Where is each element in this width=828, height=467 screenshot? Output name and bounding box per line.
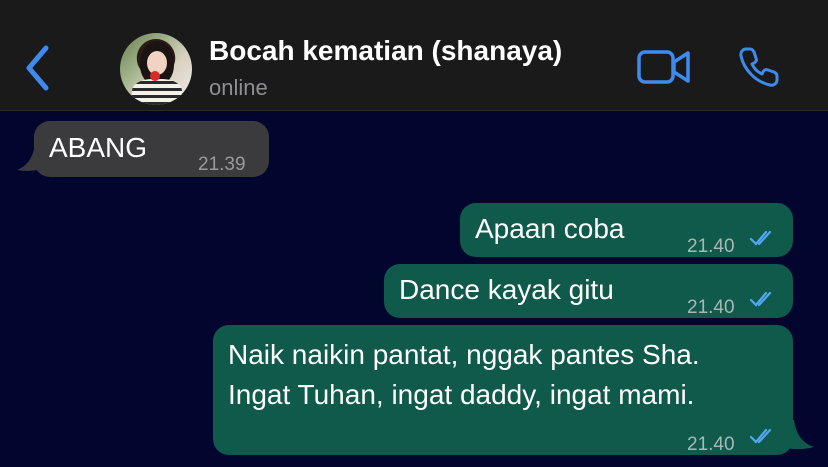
- message-text: Apaan coba: [475, 213, 625, 244]
- contact-status: online: [209, 75, 268, 100]
- message-time: 21.40: [687, 236, 735, 257]
- message-text-line: Naik naikin pantat, nggak pantes Sha.: [228, 339, 700, 370]
- contact-avatar[interactable]: [120, 33, 192, 105]
- read-ticks-icon: [749, 428, 772, 444]
- chevron-left-icon: [26, 45, 49, 91]
- message-bubble-outgoing[interactable]: Apaan coba 21.40: [460, 203, 793, 257]
- back-button[interactable]: [20, 42, 56, 94]
- message-bubble-outgoing[interactable]: Naik naikin pantat, nggak pantes Sha. In…: [213, 325, 793, 455]
- message-time: 21.39: [198, 154, 246, 175]
- contact-name[interactable]: Bocah kematian (shanaya): [209, 35, 562, 67]
- read-ticks-icon: [749, 291, 772, 307]
- message-text-line: Ingat Tuhan, ingat daddy, ingat mami.: [228, 379, 695, 410]
- message-bubble-incoming[interactable]: ABANG 21.39: [34, 121, 269, 177]
- voice-call-button[interactable]: [737, 45, 781, 89]
- read-ticks-icon: [749, 230, 772, 246]
- message-text: Dance kayak gitu: [399, 274, 614, 305]
- message-text: ABANG: [49, 132, 148, 163]
- phone-icon: [739, 47, 779, 87]
- video-call-button[interactable]: [637, 47, 691, 87]
- message-bubble-outgoing[interactable]: Dance kayak gitu 21.40: [384, 264, 793, 318]
- message-time: 21.40: [687, 434, 735, 455]
- chat-header: Bocah kematian (shanaya) online: [0, 0, 828, 111]
- message-time: 21.40: [687, 297, 735, 318]
- video-camera-icon: [637, 50, 690, 84]
